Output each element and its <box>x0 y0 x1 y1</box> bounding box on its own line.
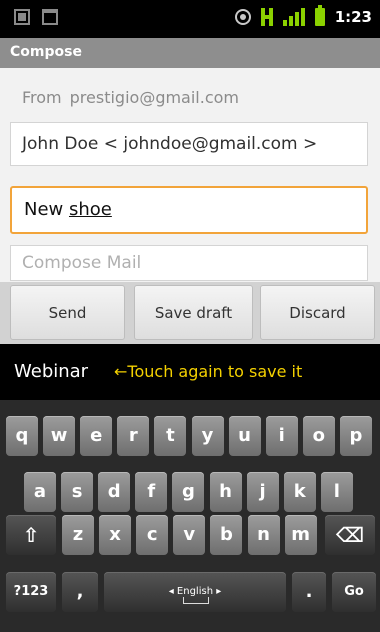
key-c[interactable]: c <box>136 515 169 555</box>
key-b[interactable]: b <box>210 515 243 555</box>
clock: 1:23 <box>334 8 372 26</box>
key-d[interactable]: d <box>98 472 131 512</box>
shift-key[interactable]: ⇧ <box>6 515 56 555</box>
page-title: Compose <box>10 44 82 60</box>
status-bar: 1:23 <box>0 0 380 38</box>
key-z[interactable]: z <box>62 515 94 555</box>
key-y[interactable]: y <box>191 416 224 456</box>
key-n[interactable]: n <box>247 515 280 555</box>
notification-icon-2 <box>42 9 58 25</box>
key-m[interactable]: m <box>284 515 317 555</box>
from-value: prestigio@gmail.com <box>69 88 240 107</box>
soft-keyboard: qwertyuiop asdfghjkl zxcvbnm ⇧ ⌫ ?123 , … <box>0 400 380 632</box>
suggestion-strip: Webinar ←Touch again to save it <box>0 344 380 400</box>
discard-button[interactable]: Discard <box>260 285 375 340</box>
space-icon <box>183 597 209 604</box>
subject-composing-word: shoe <box>68 199 112 220</box>
to-field[interactable]: John Doe < johndoe@gmail.com > <box>10 122 368 166</box>
battery-icon <box>314 5 325 26</box>
suggestion-hint: ←Touch again to save it <box>114 362 303 381</box>
body-placeholder: Compose Mail <box>22 253 142 273</box>
body-field[interactable]: Compose Mail <box>10 245 368 281</box>
key-i[interactable]: i <box>265 416 298 456</box>
key-k[interactable]: k <box>283 472 316 512</box>
subject-field[interactable]: New shoe <box>10 186 368 234</box>
symbols-key[interactable]: ?123 <box>6 572 56 612</box>
from-row: From prestigio@gmail.com <box>22 88 239 107</box>
key-x[interactable]: x <box>99 515 132 555</box>
key-g[interactable]: g <box>172 472 205 512</box>
subject-text: New <box>24 199 69 220</box>
key-v[interactable]: v <box>173 515 206 555</box>
key-o[interactable]: o <box>302 416 335 456</box>
signal-bars-icon <box>282 8 305 26</box>
language-label: ◂ English ▸ <box>168 586 222 597</box>
suggestion-word[interactable]: Webinar <box>14 361 88 382</box>
to-value: John Doe < johndoe@gmail.com > <box>22 134 318 154</box>
notification-icon <box>14 9 30 25</box>
comma-key[interactable]: , <box>62 572 98 612</box>
key-j[interactable]: j <box>246 472 279 512</box>
key-a[interactable]: a <box>24 472 56 512</box>
action-bar: Send Save draft Discard <box>0 282 380 344</box>
key-h[interactable]: h <box>209 472 242 512</box>
go-key[interactable]: Go <box>332 572 376 612</box>
key-u[interactable]: u <box>228 416 261 456</box>
period-key[interactable]: . <box>292 572 326 612</box>
key-w[interactable]: w <box>43 416 76 456</box>
gps-icon <box>234 9 251 25</box>
app-header: Compose <box>0 38 380 68</box>
from-label: From <box>22 88 62 107</box>
key-p[interactable]: p <box>339 416 372 456</box>
delete-key[interactable]: ⌫ <box>325 515 375 555</box>
key-e[interactable]: e <box>80 416 113 456</box>
send-button[interactable]: Send <box>10 285 125 340</box>
data-signal-icon <box>260 8 273 26</box>
key-f[interactable]: f <box>135 472 168 512</box>
key-s[interactable]: s <box>61 472 94 512</box>
key-l[interactable]: l <box>320 472 353 512</box>
key-q[interactable]: q <box>6 416 38 456</box>
save-draft-button[interactable]: Save draft <box>134 285 253 340</box>
space-key[interactable]: ◂ English ▸ <box>104 572 286 612</box>
key-t[interactable]: t <box>154 416 187 456</box>
key-r[interactable]: r <box>117 416 150 456</box>
